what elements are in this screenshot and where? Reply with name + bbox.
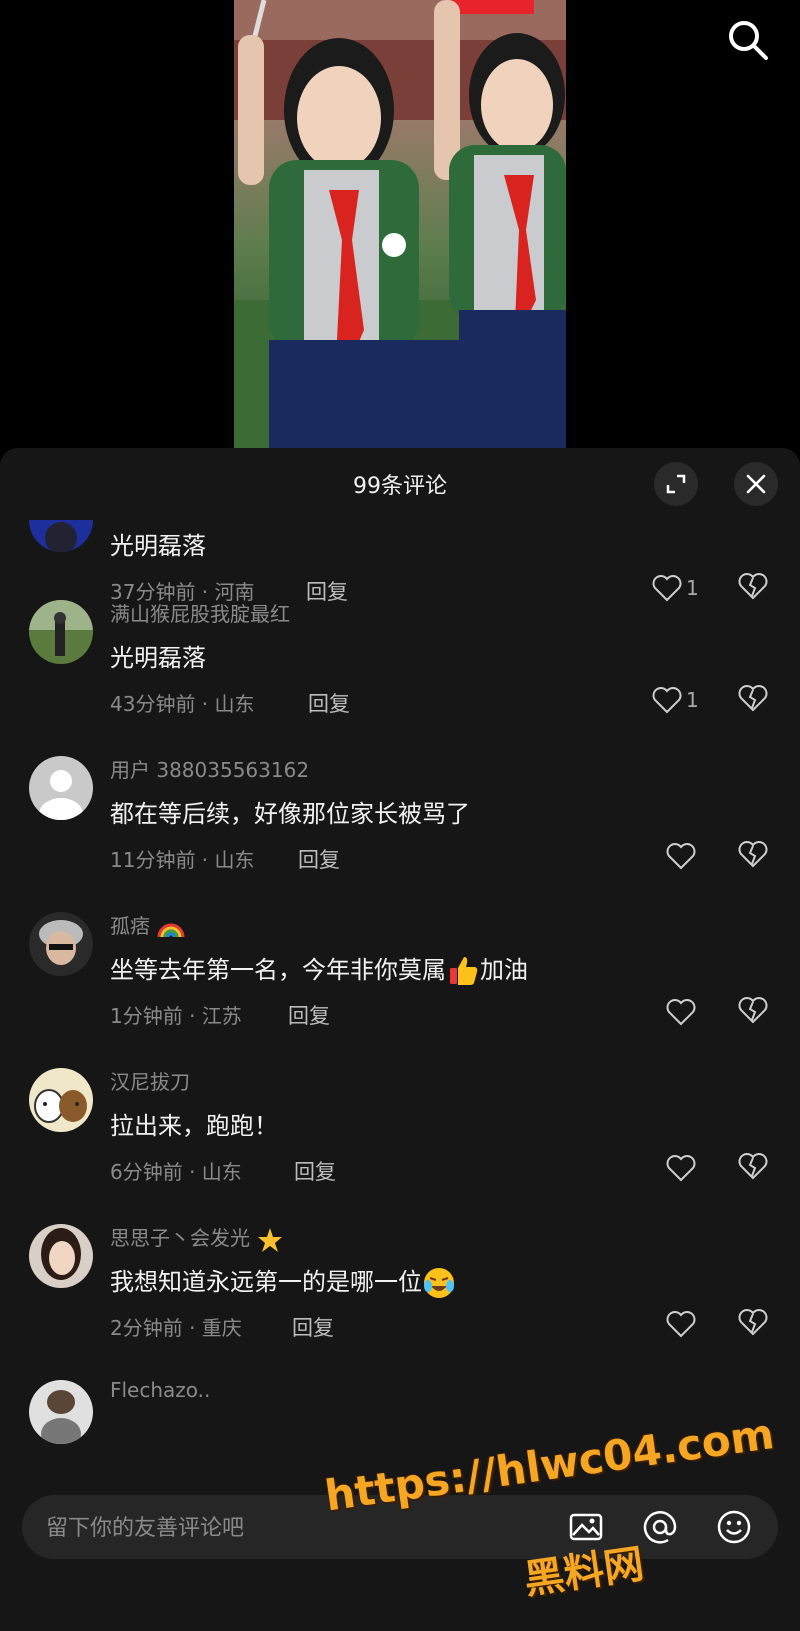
comment-time-location: 6分钟前 · 山东: [110, 1160, 242, 1184]
avatar[interactable]: [29, 600, 93, 664]
close-button[interactable]: [734, 462, 778, 506]
comment-username[interactable]: 孤痞: [110, 910, 186, 939]
heart-icon: [652, 687, 682, 714]
comment-item: 满山猴屁股我腚最红 光明磊落 43分钟前 · 山东 回复 1: [0, 592, 800, 742]
video-frame: [234, 0, 566, 450]
crying-laughing-emoji: [424, 1268, 454, 1298]
comment-username[interactable]: 用户 388035563162: [110, 754, 309, 783]
comment-username[interactable]: 汉尼拔刀: [110, 1066, 190, 1095]
like-button[interactable]: [666, 1308, 700, 1340]
avatar[interactable]: [29, 1068, 93, 1132]
heart-icon: [666, 1155, 696, 1182]
comment-text: 拉出来，跑跑！: [110, 1112, 278, 1140]
comment-text: 光明磊落: [110, 644, 206, 672]
dislike-button[interactable]: [738, 1308, 770, 1340]
avatar[interactable]: [29, 1380, 93, 1444]
comment-time-location: 2分钟前 · 重庆: [110, 1316, 242, 1340]
comment-item: 思思子丶会发光 我想知道永远第一的是哪一位 2分钟前 · 重庆 回复: [0, 1216, 800, 1366]
comment-username[interactable]: Flechazo..: [110, 1378, 210, 1402]
comment-text-main: 我想知道永远第一的是哪一位: [110, 1268, 422, 1296]
avatar[interactable]: [29, 1224, 93, 1288]
comment-item: 用户 388035563162 都在等后续，好像那位家长被骂了 11分钟前 · …: [0, 748, 800, 898]
heart-icon: [666, 1311, 696, 1338]
dislike-button[interactable]: [738, 684, 770, 716]
comment-text: 我想知道永远第一的是哪一位: [110, 1262, 456, 1300]
rainbow-emoji: [157, 923, 185, 937]
comment-text-main: 坐等去年第一名，今年非你莫属: [110, 956, 446, 984]
dislike-button[interactable]: [738, 1152, 770, 1184]
comment-text: 光明磊落: [110, 532, 206, 560]
reply-button[interactable]: 回复: [298, 844, 340, 874]
comment-time-location: 43分钟前 · 山东: [110, 692, 255, 716]
comment-username-text: 思思子丶会发光: [110, 1226, 250, 1250]
comment-text: 都在等后续，好像那位家长被骂了: [110, 800, 470, 828]
avatar[interactable]: [29, 912, 93, 976]
broken-heart-icon: [738, 841, 768, 868]
comment-item: 孤痞 坐等去年第一名，今年非你莫属 加油 1分钟前 · 江苏 回复: [0, 904, 800, 1054]
star-emoji: [258, 1227, 283, 1252]
like-count: 1: [686, 688, 699, 712]
comment-username[interactable]: 满山猴屁股我腚最红: [110, 598, 290, 627]
comment-text: 坐等去年第一名，今年非你莫属 加油: [110, 950, 528, 988]
broken-heart-icon: [738, 1153, 768, 1180]
reply-button[interactable]: 回复: [308, 688, 350, 718]
comment-username-text: 孤痞: [110, 914, 150, 938]
comment-text-suffix: 加油: [480, 956, 528, 984]
broken-heart-icon: [738, 1309, 768, 1336]
video-player[interactable]: [0, 0, 800, 450]
thumbs-up-emoji: [450, 957, 478, 985]
like-button[interactable]: [666, 996, 700, 1028]
comment-list[interactable]: 光明磊落 37分钟前 · 河南 回复 1 满山猴屁股我腚最红 光明磊落 43分钟…: [0, 520, 800, 1483]
avatar[interactable]: [29, 520, 93, 552]
dislike-button[interactable]: [738, 840, 770, 872]
like-button[interactable]: [666, 840, 700, 872]
comment-item: 汉尼拔刀 拉出来，跑跑！ 6分钟前 · 山东 回复: [0, 1060, 800, 1210]
emoji-icon[interactable]: [716, 1509, 752, 1545]
comment-username[interactable]: 思思子丶会发光: [110, 1222, 284, 1254]
reply-button[interactable]: 回复: [292, 1312, 334, 1342]
heart-icon: [666, 999, 696, 1026]
comment-time-location: 11分钟前 · 山东: [110, 848, 255, 872]
comment-time-location: 1分钟前 · 江苏: [110, 1004, 242, 1028]
broken-heart-icon: [738, 997, 768, 1024]
dislike-button[interactable]: [738, 996, 770, 1028]
search-icon[interactable]: [726, 18, 770, 62]
expand-icon: [666, 474, 686, 494]
heart-icon: [666, 843, 696, 870]
reply-button[interactable]: 回复: [288, 1000, 330, 1030]
reply-button[interactable]: 回复: [294, 1156, 336, 1186]
avatar[interactable]: [29, 756, 93, 820]
expand-button[interactable]: [654, 462, 698, 506]
like-button[interactable]: 1: [652, 684, 699, 716]
video-thumbnail: [234, 0, 566, 450]
broken-heart-icon: [738, 685, 768, 712]
at-icon[interactable]: [642, 1509, 678, 1545]
close-icon: [746, 474, 766, 494]
like-button[interactable]: [666, 1152, 700, 1184]
comment-input[interactable]: [44, 1495, 568, 1561]
